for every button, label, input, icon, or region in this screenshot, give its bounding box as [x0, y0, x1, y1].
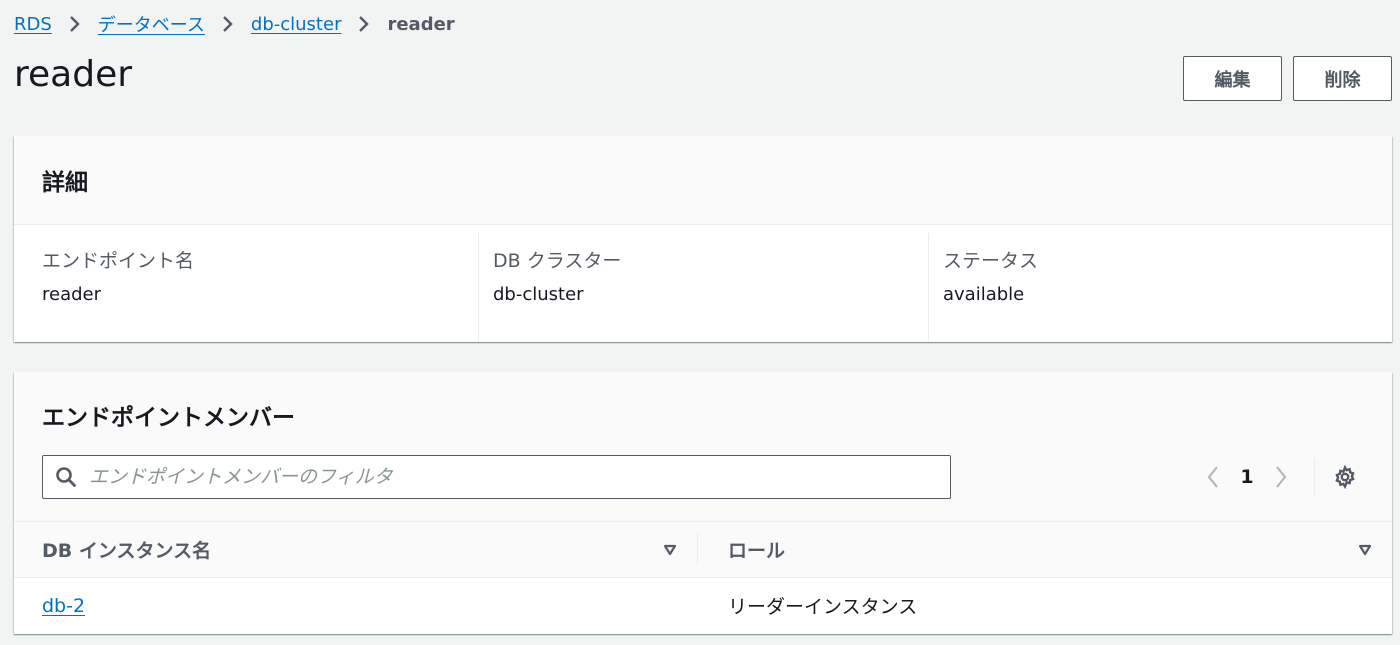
column-header-role[interactable]: ロール	[698, 522, 1392, 577]
pagination: 1	[1196, 460, 1298, 494]
members-panel-header: エンドポイントメンバー 1	[14, 372, 1392, 522]
detail-label: エンドポイント名	[42, 250, 195, 272]
breadcrumb-link-databases[interactable]: データベース	[98, 11, 205, 37]
detail-status: ステータス available	[928, 233, 1378, 341]
detail-value: reader	[42, 284, 102, 305]
delete-button[interactable]: 削除	[1293, 56, 1392, 101]
details-panel-header: 詳細	[14, 136, 1392, 225]
cell-role: リーダーインスタンス	[728, 596, 918, 618]
chevron-right-icon	[341, 10, 387, 38]
gear-icon[interactable]	[1330, 462, 1360, 492]
members-title: エンドポイントメンバー	[42, 405, 295, 431]
search-icon	[43, 466, 89, 488]
chevron-right-icon[interactable]	[1264, 460, 1298, 494]
member-filter-input[interactable]	[89, 457, 950, 497]
details-grid: エンドポイント名 reader DB クラスター db-cluster ステータ…	[14, 225, 1392, 341]
column-header-label: ロール	[728, 540, 786, 562]
page: RDS データベース db-cluster reader reader 編集 削…	[0, 0, 1400, 645]
breadcrumb: RDS データベース db-cluster reader	[14, 10, 455, 38]
chevron-right-icon	[205, 10, 251, 38]
table-header: DB インスタンス名 ロール	[14, 522, 1392, 578]
detail-db-cluster: DB クラスター db-cluster	[478, 233, 928, 341]
sort-down-icon[interactable]	[663, 539, 677, 561]
detail-value: available	[943, 284, 1025, 305]
page-number[interactable]: 1	[1230, 466, 1264, 488]
detail-label: ステータス	[943, 250, 1039, 272]
db-instance-link[interactable]: db-2	[42, 595, 85, 617]
member-filter[interactable]	[42, 455, 951, 499]
detail-endpoint-name: エンドポイント名 reader	[14, 233, 478, 341]
table-row: db-2 リーダーインスタンス	[14, 578, 1392, 633]
chevron-left-icon[interactable]	[1196, 460, 1230, 494]
detail-value: db-cluster	[493, 284, 584, 305]
divider	[1314, 458, 1315, 496]
page-title: reader	[14, 54, 133, 95]
details-panel: 詳細 エンドポイント名 reader DB クラスター db-cluster ス…	[14, 136, 1392, 342]
sort-down-icon[interactable]	[1358, 539, 1372, 561]
breadcrumb-current: reader	[387, 13, 455, 35]
breadcrumb-link-db-cluster[interactable]: db-cluster	[251, 14, 342, 35]
detail-label: DB クラスター	[493, 250, 622, 272]
column-header-label: DB インスタンス名	[42, 540, 212, 562]
breadcrumb-link-rds[interactable]: RDS	[14, 14, 52, 35]
endpoint-members-panel: エンドポイントメンバー 1	[14, 372, 1392, 634]
edit-button[interactable]: 編集	[1183, 56, 1282, 101]
details-title: 詳細	[42, 170, 88, 196]
cell-db-instance-name: db-2	[14, 595, 698, 617]
chevron-right-icon	[52, 10, 98, 38]
column-header-db-instance-name[interactable]: DB インスタンス名	[14, 534, 698, 565]
